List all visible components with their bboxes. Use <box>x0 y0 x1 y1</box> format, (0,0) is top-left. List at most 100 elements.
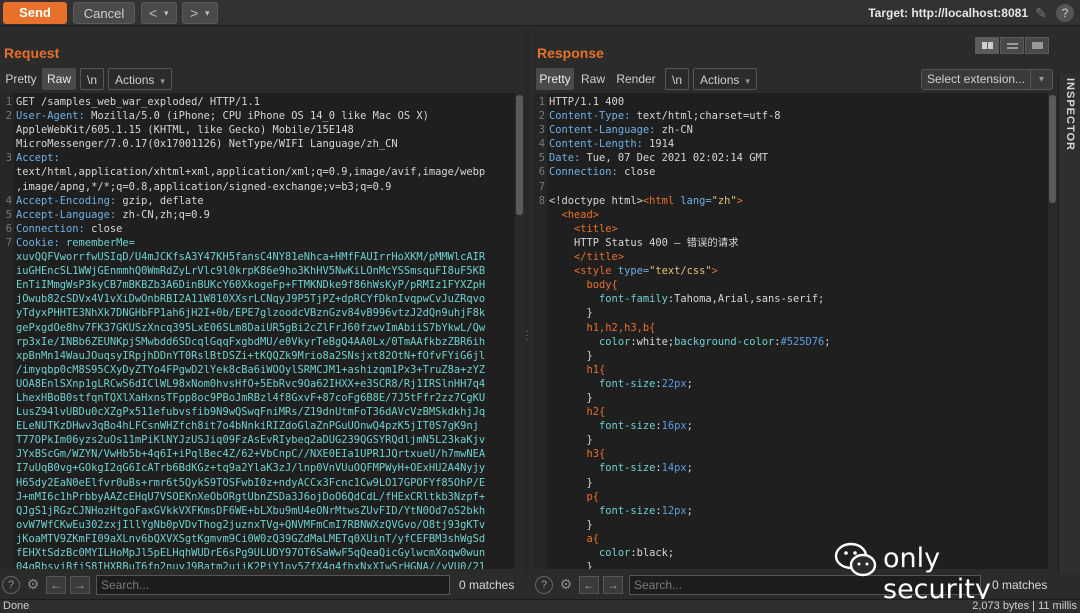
token: 1914 <box>649 138 675 151</box>
line-number: 5 <box>538 152 545 165</box>
tab-render[interactable]: Render <box>613 68 659 90</box>
code-line: 1 HTTP/1.1 400 <box>533 95 1047 109</box>
code-line: <title> <box>533 222 1047 236</box>
line-number: 2 <box>538 110 545 123</box>
code-line: JYxBScGm/WZYN/VwHb5b+4q6I+iPqlBec4Z/62+V… <box>0 447 514 461</box>
actions-menu[interactable]: Actions ▾ <box>693 68 757 90</box>
code-line: h1,h2,h3,b{ <box>533 321 1047 335</box>
help-icon[interactable]: ? <box>1056 4 1074 22</box>
line-text: 04qRbsvjBfjS8IHXRBuT6fn2nuyJ9Batm2ujiK2P… <box>16 560 514 569</box>
back-button[interactable]: < ▾ <box>141 2 177 24</box>
line-text: EnTiIMmgWsP3kyCB7mBKBZb3A6DinBUKcY60Xkog… <box>16 278 514 292</box>
scrollbar-thumb[interactable] <box>1049 95 1056 203</box>
token: GET /samples_web_war_exploded/ HTTP/1.1 <box>16 96 260 108</box>
token: "text/css" <box>649 265 712 278</box>
token: gzip, deflate <box>122 194 204 207</box>
token: </title> <box>549 251 625 264</box>
forward-button[interactable]: > ▾ <box>182 2 218 24</box>
token: iuGHEncSL1WWjGEnmmhQ0WmRdZyLrVlc9l0krpK8… <box>16 265 486 278</box>
token: ELeNUTKzDHwv3qBo4hLFCsnWHZfch8it7o4bNnki… <box>16 420 479 433</box>
tab-raw[interactable]: Raw <box>42 68 76 90</box>
token: a{ <box>549 532 600 545</box>
token: } <box>549 476 593 489</box>
line-text: font-size:14px; <box>549 461 1047 475</box>
token: xuvQQFVworrfwUSIqD/U4mJCKfsA3Y47KH5fansC… <box>16 251 486 264</box>
code-line: font-size:22px; <box>533 377 1047 391</box>
line-text: T77OPkIm06yzs2uOs11mPiKlNYJzUSJiq09FzAsE… <box>16 433 514 447</box>
target-label[interactable]: Target: http://localhost:8081 <box>868 6 1028 20</box>
edit-target-icon[interactable]: ✎ <box>1032 4 1050 22</box>
token: Accept-Language: <box>16 208 123 221</box>
previous-match-icon[interactable]: ← <box>46 576 66 594</box>
cancel-button[interactable]: Cancel <box>73 2 135 24</box>
code-line: font-size:16px; <box>533 419 1047 433</box>
token: T77OPkIm06yzs2uOs11mPiKlNYJzUSJiq09FzAsE… <box>16 434 486 447</box>
token: :Tahoma,Arial,sans-serif; <box>667 293 825 306</box>
drag-handle-icon[interactable]: · · · <box>525 327 529 345</box>
token: font-size <box>549 462 656 475</box>
line-text: <title> <box>549 222 1047 236</box>
code-line: rp3xIe/INBb6ZEUNKpjSMwbdd6SDcqlGqqFxgbdM… <box>0 335 514 349</box>
inspector-panel[interactable]: INSPECTOR <box>1058 74 1080 574</box>
line-text: Accept-Language: zh-CN,zh;q=0.9 <box>16 208 514 222</box>
token: Content-Type: <box>549 110 637 123</box>
tab-newline[interactable]: \n <box>80 68 104 90</box>
tab-pretty[interactable]: Pretty <box>3 68 39 90</box>
token: ; <box>686 462 693 475</box>
token: h2{ <box>549 406 606 419</box>
next-match-icon[interactable]: → <box>603 576 623 594</box>
line-text: JYxBScGm/WZYN/VwHb5b+4q6I+iPqlBec4Z/62+V… <box>16 447 514 461</box>
help-icon[interactable]: ? <box>535 576 553 594</box>
help-icon[interactable]: ? <box>2 576 20 594</box>
line-text: HTTP Status 400 – 错误的请求 <box>549 236 1047 250</box>
token: ; <box>686 504 693 517</box>
single-view-icon[interactable] <box>1025 37 1049 54</box>
token: <!doctype html> <box>549 194 643 207</box>
split-vertical-icon[interactable] <box>1000 37 1024 54</box>
request-tabs: Pretty Raw \n Actions ▾ <box>0 68 520 90</box>
line-text: ELeNUTKzDHwv3qBo4hLFCsnWHZfch8it7o4bNnki… <box>16 419 514 433</box>
send-button[interactable]: Send <box>3 2 67 24</box>
gear-icon[interactable]: ⚙ <box>24 576 42 594</box>
tab-newline[interactable]: \n <box>665 68 689 90</box>
pane-divider[interactable]: · · · <box>525 30 529 575</box>
request-scrollbar[interactable] <box>515 93 524 569</box>
line-text: } <box>549 433 1047 447</box>
code-line: 5 Date: Tue, 07 Dec 2021 02:02:14 GMT <box>533 151 1047 165</box>
line-text: User-Agent: Mozilla/5.0 (iPhone; CPU iPh… <box>16 109 514 123</box>
line-text: gePxgdOe8hv7FK37GKUSzXncq395LxE06SLm8Dai… <box>16 321 514 335</box>
next-match-icon[interactable]: → <box>70 576 90 594</box>
code-line: QJgS1jRGzCJNHozHtgoFaxGVkkVXFKmsDF6WE+bL… <box>0 504 514 518</box>
line-number: 3 <box>5 152 12 165</box>
line-text: font-size:12px; <box>549 504 1047 518</box>
token: UOA8EnlSXnp1gLRCwS6dIClWL98xNom0hvsHfO+5… <box>16 377 486 390</box>
status-left: Done <box>3 600 30 612</box>
line-number: 4 <box>538 138 545 151</box>
token: /imyqbp0cM8S95CXyDyZTYo4FPgwD2lYek8cBa6i… <box>16 363 486 376</box>
code-line: 4 Accept-Encoding: gzip, deflate <box>0 194 514 208</box>
token: <style <box>549 265 618 278</box>
response-scrollbar[interactable] <box>1048 93 1057 569</box>
previous-match-icon[interactable]: ← <box>579 576 599 594</box>
token: LusZ94lvUBDu0cXZgPx511efubvsfib9N9wQSwqF… <box>16 406 486 419</box>
scrollbar-thumb[interactable] <box>516 95 523 215</box>
tab-pretty[interactable]: Pretty <box>536 68 574 90</box>
inspector-label: INSPECTOR <box>1064 78 1076 151</box>
token: fEHXtSdzBc0MYILHoMpJl5pELHqhWUDrE6sPg9UL… <box>16 547 486 559</box>
response-editor[interactable]: 1 HTTP/1.1 400 2 Content-Type: text/html;ch… <box>533 93 1057 569</box>
select-extension-dropdown[interactable]: Select extension... ▾ <box>921 69 1053 90</box>
request-search-bar: ? ⚙ ← → Search... 0 matches <box>0 575 524 595</box>
tab-raw[interactable]: Raw <box>577 68 609 90</box>
code-line: EnTiIMmgWsP3kyCB7mBKBZb3A6DinBUKcY60Xkog… <box>0 278 514 292</box>
token: font-family <box>549 293 668 306</box>
gear-icon[interactable]: ⚙ <box>557 576 575 594</box>
request-editor[interactable]: 1 GET /samples_web_war_exploded/ HTTP/1.1… <box>0 93 524 569</box>
line-text: xpBnMn14WauJOuqsyIRpjhDDnYT0RslBtDSZi+tK… <box>16 349 514 363</box>
code-line: </title> <box>533 250 1047 264</box>
split-horizontal-icon[interactable] <box>975 37 999 54</box>
search-input[interactable]: Search... <box>96 575 450 595</box>
token: } <box>549 349 593 362</box>
actions-menu[interactable]: Actions ▾ <box>108 68 172 90</box>
line-text: Content-Type: text/html;charset=utf-8 <box>549 109 1047 123</box>
line-text: <head> <box>549 208 1047 222</box>
